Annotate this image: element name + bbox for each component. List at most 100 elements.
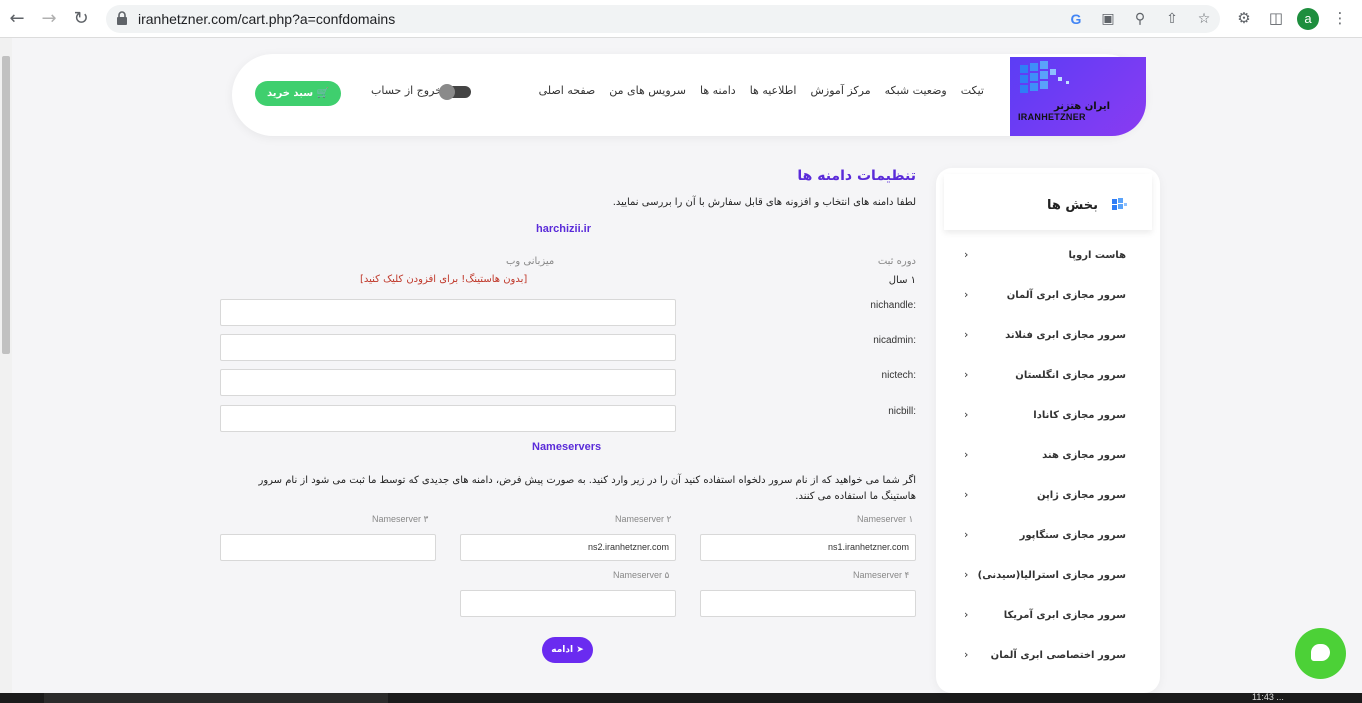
- chevron-right-icon: ›: [964, 568, 969, 581]
- sidebar-item[interactable]: سرور مجازی کانادا ›: [944, 396, 1152, 436]
- nicadmin-input[interactable]: [220, 334, 676, 361]
- nicadmin-label: nicadmin:: [873, 335, 916, 346]
- nictech-input[interactable]: [220, 369, 676, 396]
- menu-ticket[interactable]: تیکت: [961, 84, 984, 97]
- intro-text: لطفا دامنه های انتخاب و افزونه های قابل …: [612, 197, 916, 208]
- chevron-right-icon: ›: [964, 248, 969, 261]
- url-text: iranhetzner.com/cart.php?a=confdomains: [138, 11, 396, 27]
- menu-domains[interactable]: دامنه ها: [700, 84, 736, 97]
- logout-link[interactable]: خروج از حساب: [371, 84, 442, 97]
- forward-icon[interactable]: →: [38, 8, 60, 30]
- zoom-icon[interactable]: ⚲: [1132, 11, 1148, 27]
- nameserver-3-input[interactable]: [220, 534, 436, 561]
- chat-widget-button[interactable]: [1295, 628, 1346, 679]
- chevron-right-icon: ›: [964, 288, 969, 301]
- nameserver-5-label: Nameserver ۵: [613, 570, 670, 580]
- sidebar-item-label: سرور اختصاصی ابری آلمان: [990, 650, 1126, 661]
- sidebar-item[interactable]: سرور مجازی ابری آمریکا ›: [944, 596, 1152, 636]
- nameserver-2-input[interactable]: ns2.iranhetzner.com: [460, 534, 676, 561]
- chevron-right-icon: ›: [964, 608, 969, 621]
- nameserver-4-label: Nameserver ۴: [853, 570, 910, 580]
- sidebar-item[interactable]: سرور مجازی استرالیا(سیدنی) ›: [944, 556, 1152, 596]
- add-hosting-link[interactable]: [بدون هاستینگ! برای افزودن کلیک کنید]: [360, 274, 527, 285]
- nameserver-5-input[interactable]: [460, 590, 676, 617]
- nameservers-description: اگر شما می خواهید که از نام سرور دلخواه …: [258, 475, 916, 502]
- nictech-label: nictech:: [881, 370, 916, 381]
- hosting-label: میزبانی وب: [506, 256, 555, 267]
- continue-button[interactable]: ➤ ادامه: [542, 637, 593, 663]
- address-bar[interactable]: iranhetzner.com/cart.php?a=confdomains G…: [106, 5, 1220, 33]
- chevron-right-icon: ›: [964, 408, 969, 421]
- cart-label: سبد خرید: [266, 88, 314, 99]
- nichandle-label: nichandle:: [870, 300, 916, 311]
- nicbill-input[interactable]: [220, 405, 676, 432]
- site-header: ایران هتزنر IRANHETZNER صفحه اصلی سرویس …: [232, 54, 1146, 136]
- chevron-right-icon: ›: [964, 528, 969, 541]
- sidebar-item-label: سرور مجازی ژاپن: [1036, 490, 1126, 501]
- domain-name: harchizii.ir: [536, 223, 592, 235]
- chevron-right-icon: ›: [964, 448, 969, 461]
- domain-config-panel: تنظیمات دامنه ها لطفا دامنه های انتخاب و…: [220, 160, 916, 680]
- menu-network-status[interactable]: وضعیت شبکه: [885, 84, 947, 97]
- continue-label: ادامه: [551, 645, 574, 655]
- menu-knowledgebase[interactable]: مرکز آموزش: [811, 84, 871, 97]
- taskbar-clock: 11:43 ...: [1252, 692, 1284, 702]
- arrow-circle-icon: ➤: [573, 645, 584, 655]
- toggle-knob: [439, 84, 455, 100]
- page-title: تنظیمات دامنه ها: [797, 168, 916, 184]
- nichandle-input[interactable]: [220, 299, 676, 326]
- reload-icon[interactable]: ↻: [70, 8, 92, 30]
- sidebar-item[interactable]: هاست اروپا ›: [944, 236, 1152, 276]
- sidebar-item[interactable]: سرور مجازی ژاپن ›: [944, 476, 1152, 516]
- cart-icon: 🛒: [313, 88, 330, 99]
- registration-period-value: ۱ سال: [888, 275, 916, 286]
- google-icon[interactable]: G: [1068, 11, 1084, 27]
- nameserver-1-input[interactable]: ns1.iranhetzner.com: [700, 534, 916, 561]
- sidepanel-icon[interactable]: ◫: [1267, 9, 1285, 27]
- sidebar-logo-icon: [1112, 198, 1127, 210]
- extensions-icon[interactable]: ⚙: [1235, 9, 1253, 27]
- more-menu-icon[interactable]: ⋮: [1331, 9, 1349, 27]
- nicbill-label: nicbill:: [888, 406, 916, 417]
- menu-announcements[interactable]: اطلاعیه ها: [750, 84, 797, 97]
- main-menu: صفحه اصلی سرویس های من دامنه ها اطلاعیه …: [539, 84, 984, 97]
- sidebar-item-label: سرور مجازی سنگاپور: [1019, 530, 1126, 541]
- profile-avatar[interactable]: a: [1297, 8, 1319, 30]
- sidebar-item-label: سرور مجازی ابری آمریکا: [1003, 610, 1126, 621]
- theme-toggle[interactable]: [439, 84, 471, 100]
- logo-text-fa: ایران هتزنر: [1054, 101, 1111, 112]
- chevron-right-icon: ›: [964, 328, 969, 341]
- sidebar-item[interactable]: سرور مجازی هند ›: [944, 436, 1152, 476]
- nameserver-3-label: Nameserver ۳: [372, 514, 429, 524]
- logo-blocks-icon: [1020, 61, 1069, 93]
- sidebar-item-label: سرور مجازی کانادا: [1033, 410, 1126, 421]
- categories-sidebar: بخش ها هاست اروپا › سرور مجازی ابری آلمان…: [936, 168, 1160, 693]
- cart-button[interactable]: 🛒 سبد خرید: [255, 81, 341, 106]
- sidebar-item-label: سرور مجازی انگلستان: [1015, 370, 1126, 381]
- sidebar-item[interactable]: سرور اختصاصی ابری آلمان ›: [944, 636, 1152, 676]
- site-logo[interactable]: ایران هتزنر IRANHETZNER: [1010, 57, 1146, 136]
- scrollbar-thumb[interactable]: [2, 56, 10, 354]
- nameserver-4-input[interactable]: [700, 590, 916, 617]
- chat-bubble-icon: [1311, 644, 1330, 661]
- translate-icon[interactable]: ▣: [1100, 11, 1116, 27]
- registration-period-label: دوره ثبت: [877, 256, 916, 267]
- share-icon[interactable]: ⇧: [1164, 11, 1180, 27]
- sidebar-title: بخش ها: [1046, 198, 1098, 213]
- logo-text-en: IRANHETZNER: [1018, 112, 1086, 122]
- page-scrollbar[interactable]: [0, 38, 12, 693]
- nameserver-2-label: Nameserver ۲: [615, 514, 672, 524]
- menu-my-services[interactable]: سرویس های من: [609, 84, 686, 97]
- menu-home[interactable]: صفحه اصلی: [539, 84, 596, 97]
- browser-toolbar: ← → ↻ iranhetzner.com/cart.php?a=confdom…: [0, 0, 1362, 38]
- bookmark-star-icon[interactable]: ☆: [1196, 11, 1212, 27]
- sidebar-item-label: سرور مجازی ابری آلمان: [1006, 290, 1126, 301]
- nameserver-1-label: Nameserver ۱: [857, 514, 914, 524]
- sidebar-item[interactable]: سرور مجازی سنگاپور ›: [944, 516, 1152, 556]
- sidebar-item[interactable]: سرور مجازی انگلستان ›: [944, 356, 1152, 396]
- sidebar-item[interactable]: سرور مجازی ابری آلمان ›: [944, 276, 1152, 316]
- sidebar-item-label: سرور مجازی استرالیا(سیدنی): [977, 570, 1126, 581]
- nameservers-heading: Nameservers: [532, 441, 602, 453]
- sidebar-item[interactable]: سرور مجازی ابری فنلاند ›: [944, 316, 1152, 356]
- back-icon[interactable]: ←: [6, 8, 28, 30]
